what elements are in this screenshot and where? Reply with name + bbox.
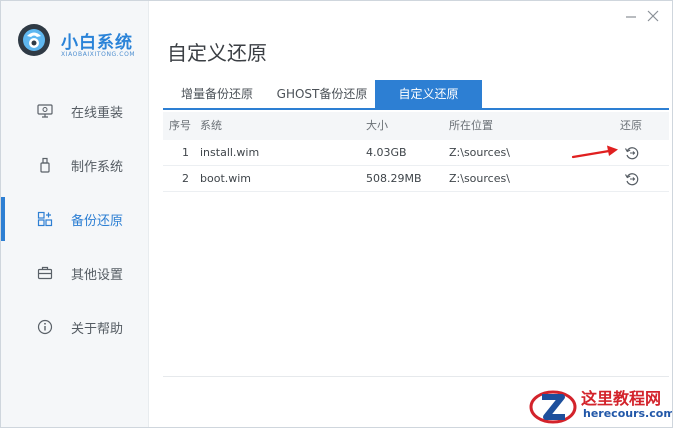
- divider: [163, 376, 669, 377]
- sidebar-item-other-settings[interactable]: 其他设置: [1, 251, 149, 295]
- row-index: 2: [182, 172, 189, 185]
- sidebar-item-label: 在线重装: [71, 106, 124, 121]
- sidebar-item-make-system[interactable]: 制作系统: [1, 143, 149, 187]
- row-name: install.wim: [200, 146, 260, 159]
- header-size: 大小: [366, 119, 388, 132]
- table-row: 1 install.wim 4.03GB Z:\sources\: [163, 140, 669, 166]
- header-system: 系统: [200, 119, 222, 132]
- row-size: 4.03GB: [366, 146, 407, 159]
- sidebar-item-online-reinstall[interactable]: 在线重装: [1, 89, 149, 133]
- tab-incremental-backup[interactable]: 增量备份还原: [165, 80, 269, 108]
- watermark-logo-icon: [529, 390, 577, 424]
- tab-ghost-backup[interactable]: GHOST备份还原: [269, 80, 375, 108]
- usb-icon: [40, 157, 50, 173]
- header-index: 序号: [169, 119, 191, 132]
- backup-icon: [37, 211, 53, 227]
- red-arrow-icon: [571, 145, 618, 159]
- table-header: 序号 系统 大小 所在位置 还原: [163, 112, 669, 140]
- sidebar-item-label: 制作系统: [71, 160, 124, 175]
- row-size: 508.29MB: [366, 172, 422, 185]
- tab-bar: 增量备份还原 GHOST备份还原 自定义还原: [163, 80, 669, 110]
- watermark: 这里教程网 herecours.com: [525, 383, 673, 427]
- sidebar-item-label: 其他设置: [71, 268, 124, 283]
- row-name: boot.wim: [200, 172, 252, 185]
- header-location: 所在位置: [449, 119, 493, 132]
- table-row: 2 boot.wim 508.29MB Z:\sources\: [163, 166, 669, 192]
- briefcase-icon: [37, 266, 53, 280]
- sidebar-item-label: 备份还原: [71, 214, 124, 229]
- minimize-icon[interactable]: [624, 9, 638, 23]
- watermark-url: herecours.com: [583, 407, 673, 420]
- header-restore: 还原: [620, 119, 642, 132]
- page-title: 自定义还原: [167, 41, 267, 65]
- restore-icon[interactable]: [624, 171, 640, 187]
- tab-custom-restore[interactable]: 自定义还原: [375, 80, 482, 108]
- sidebar-item-about-help[interactable]: 关于帮助: [1, 305, 149, 349]
- window-controls: [622, 9, 662, 25]
- logo-subtitle: XIAOBAIXITONG.COM: [61, 51, 136, 58]
- logo-icon: [18, 24, 50, 56]
- info-icon: [37, 319, 53, 335]
- sidebar: 小白系统 XIAOBAIXITONG.COM 在线重装 制作系统 备份还原 其他…: [1, 1, 149, 427]
- row-location: Z:\sources\: [449, 172, 510, 185]
- logo-text: 小白系统: [61, 33, 133, 53]
- watermark-title: 这里教程网: [581, 389, 662, 408]
- row-index: 1: [182, 146, 189, 159]
- active-indicator: [1, 197, 5, 241]
- monitor-icon: [37, 104, 53, 118]
- restore-icon[interactable]: [624, 145, 640, 161]
- row-location: Z:\sources\: [449, 146, 510, 159]
- sidebar-item-label: 关于帮助: [71, 322, 124, 337]
- app-window: 小白系统 XIAOBAIXITONG.COM 在线重装 制作系统 备份还原 其他…: [0, 0, 673, 428]
- close-icon[interactable]: [646, 9, 660, 23]
- sidebar-item-backup-restore[interactable]: 备份还原: [1, 197, 149, 241]
- logo: 小白系统 XIAOBAIXITONG.COM: [17, 23, 145, 67]
